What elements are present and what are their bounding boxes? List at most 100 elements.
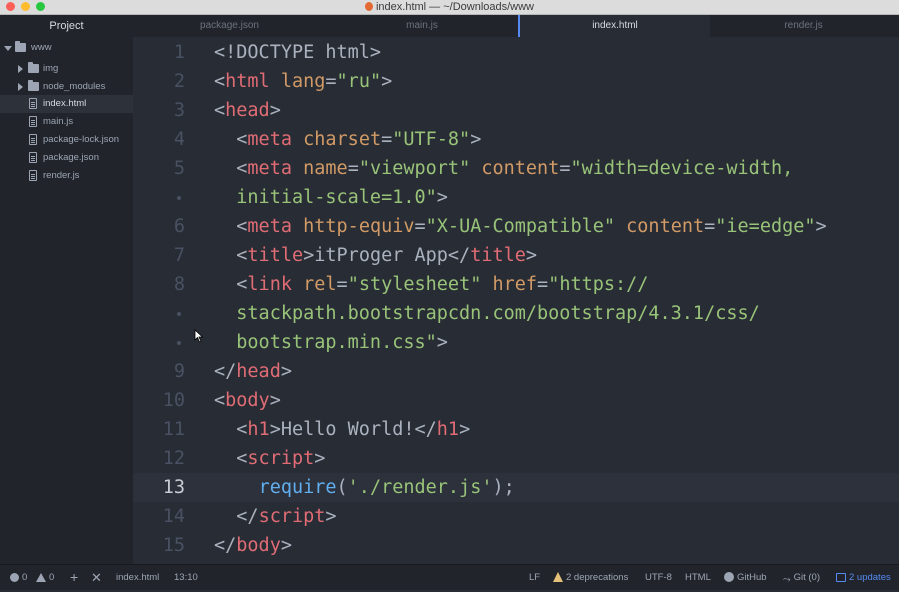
code-line[interactable]: 8 <link rel="stylesheet" href="https:// bbox=[133, 270, 899, 299]
tree-item-label: package.json bbox=[43, 152, 99, 163]
folder-icon bbox=[15, 41, 26, 52]
code-line-wrapped[interactable]: stackpath.bootstrapcdn.com/bootstrap/4.3… bbox=[133, 299, 899, 328]
title-bar: index.html — ~/Downloads/www bbox=[0, 0, 899, 15]
code-line[interactable]: 11 <h1>Hello World!</h1> bbox=[133, 415, 899, 444]
tab-index-html[interactable]: index.html bbox=[518, 15, 710, 37]
grammar[interactable]: HTML bbox=[685, 565, 711, 590]
code-line[interactable]: 4 <meta charset="UTF-8"> bbox=[133, 125, 899, 154]
code-line-current[interactable]: 13 require('./render.js'); bbox=[133, 473, 899, 502]
line-number: 4 bbox=[173, 129, 185, 150]
git-text: Git (0) bbox=[793, 572, 820, 583]
file-icon bbox=[29, 152, 37, 163]
code-text: require('./render.js'); bbox=[258, 477, 515, 498]
tree-item-label: www bbox=[31, 42, 52, 53]
line-number: 3 bbox=[173, 100, 185, 121]
plus-icon[interactable]: + bbox=[70, 565, 78, 590]
line-ending[interactable]: LF bbox=[529, 565, 540, 590]
tree-item-package-lock-json[interactable]: package-lock.json bbox=[0, 131, 133, 149]
deprecations[interactable]: 2 deprecations bbox=[553, 565, 628, 590]
line-number: 11 bbox=[162, 419, 185, 440]
tree-item-www[interactable]: www bbox=[0, 39, 133, 57]
file-icon bbox=[29, 98, 37, 109]
code-line-wrapped[interactable]: bootstrap.min.css"> bbox=[133, 328, 899, 357]
code-line[interactable]: 7 <title>itProger App</title> bbox=[133, 241, 899, 270]
tree-item-img[interactable]: img bbox=[0, 60, 133, 78]
encoding[interactable]: UTF-8 bbox=[645, 565, 672, 590]
update-icon bbox=[836, 573, 846, 582]
file-icon bbox=[29, 116, 37, 127]
code-text: </body> bbox=[214, 535, 292, 556]
line-number: 10 bbox=[162, 390, 185, 411]
code-line[interactable]: 10 <body> bbox=[133, 386, 899, 415]
wrap-indicator-dot bbox=[177, 341, 181, 345]
github-text: GitHub bbox=[737, 572, 767, 583]
line-number: 2 bbox=[173, 71, 185, 92]
code-line[interactable]: 6 <meta http-equiv="X-UA-Compatible" con… bbox=[133, 212, 899, 241]
tree-item-index-html[interactable]: index.html bbox=[0, 95, 133, 113]
close-icon[interactable]: ✕ bbox=[91, 565, 102, 590]
folder-icon bbox=[28, 62, 39, 73]
code-text: <h1>Hello World!</h1> bbox=[236, 419, 471, 440]
tree-item-node-modules[interactable]: node_modules bbox=[0, 78, 133, 96]
code-text: <title>itProger App</title> bbox=[236, 245, 538, 266]
git-icon: ⤳ bbox=[783, 574, 791, 585]
status-file-name[interactable]: index.html bbox=[116, 565, 159, 590]
code-text: </script> bbox=[236, 506, 337, 527]
status-bar: 0 0 + ✕ index.html 13:10 LF 2 deprecatio… bbox=[0, 564, 899, 590]
window-title-text: index.html — ~/Downloads/www bbox=[375, 1, 535, 13]
error-count[interactable]: 0 bbox=[10, 565, 27, 590]
code-line[interactable]: 9 </head> bbox=[133, 357, 899, 386]
tree-item-label: package-lock.json bbox=[43, 134, 120, 145]
code-line-wrapped[interactable]: initial-scale=1.0"> bbox=[133, 183, 899, 212]
updates-button[interactable]: 2 updates bbox=[836, 565, 891, 590]
line-number: 1 bbox=[173, 42, 185, 63]
code-line[interactable]: 15 </body> bbox=[133, 531, 899, 560]
line-number: 12 bbox=[162, 448, 185, 469]
code-text: initial-scale=1.0"> bbox=[236, 187, 448, 208]
code-line[interactable]: 5 <meta name="viewport" content="width=d… bbox=[133, 154, 899, 183]
github-icon bbox=[724, 572, 734, 582]
tab-package-json[interactable]: package.json bbox=[133, 15, 326, 37]
code-text: stackpath.bootstrapcdn.com/bootstrap/4.3… bbox=[236, 303, 760, 324]
tab-main-js[interactable]: main.js bbox=[326, 15, 518, 37]
code-text: <head> bbox=[214, 100, 281, 121]
line-number: 5 bbox=[173, 158, 185, 179]
tree-item-main-js[interactable]: main.js bbox=[0, 113, 133, 131]
tree-item-package-json[interactable]: package.json bbox=[0, 149, 133, 167]
tree-item-label: img bbox=[43, 63, 59, 74]
error-icon bbox=[10, 573, 19, 582]
line-number: 6 bbox=[173, 216, 185, 237]
code-editor[interactable]: 1 <!DOCTYPE html> 2 <html lang="ru"> 3 <hea… bbox=[133, 37, 899, 564]
line-number: 14 bbox=[162, 506, 185, 527]
tree-item-render-js[interactable]: render.js bbox=[0, 167, 133, 185]
github-button[interactable]: GitHub bbox=[724, 565, 767, 590]
chevron-right-icon bbox=[18, 83, 23, 91]
line-number: 9 bbox=[173, 361, 185, 382]
tree-item-label: main.js bbox=[43, 116, 74, 127]
code-line[interactable]: 1 <!DOCTYPE html> bbox=[133, 38, 899, 67]
tab-project[interactable]: Project bbox=[0, 15, 133, 37]
warning-count[interactable]: 0 bbox=[36, 565, 54, 590]
code-text: <meta charset="UTF-8"> bbox=[236, 129, 482, 150]
code-line[interactable]: 3 <head> bbox=[133, 96, 899, 125]
code-line[interactable]: 14 </script> bbox=[133, 502, 899, 531]
code-text: <meta name="viewport" content="width=dev… bbox=[236, 158, 794, 179]
chevron-down-icon bbox=[4, 46, 12, 51]
code-line[interactable]: 2 <html lang="ru"> bbox=[133, 67, 899, 96]
updates-text: 2 updates bbox=[849, 572, 891, 583]
line-number: 15 bbox=[162, 535, 185, 556]
error-count-text: 0 bbox=[22, 572, 28, 583]
line-number: 8 bbox=[173, 274, 185, 295]
warning-icon bbox=[36, 573, 46, 582]
code-line[interactable]: 12 <script> bbox=[133, 444, 899, 473]
warning-count-text: 0 bbox=[49, 572, 55, 583]
editor-window: index.html — ~/Downloads/www Project pac… bbox=[0, 0, 899, 590]
cursor-position[interactable]: 13:10 bbox=[174, 565, 198, 590]
code-text: <!DOCTYPE html> bbox=[214, 42, 382, 63]
code-text: <meta http-equiv="X-UA-Compatible" conte… bbox=[236, 216, 827, 237]
html-file-icon bbox=[364, 2, 373, 11]
wrap-indicator-dot bbox=[177, 196, 181, 200]
tab-render-js[interactable]: render.js bbox=[708, 15, 899, 37]
git-button[interactable]: ⤳ Git (0) bbox=[783, 565, 820, 590]
project-tree: www img node_modules index.html main.js … bbox=[0, 37, 133, 564]
